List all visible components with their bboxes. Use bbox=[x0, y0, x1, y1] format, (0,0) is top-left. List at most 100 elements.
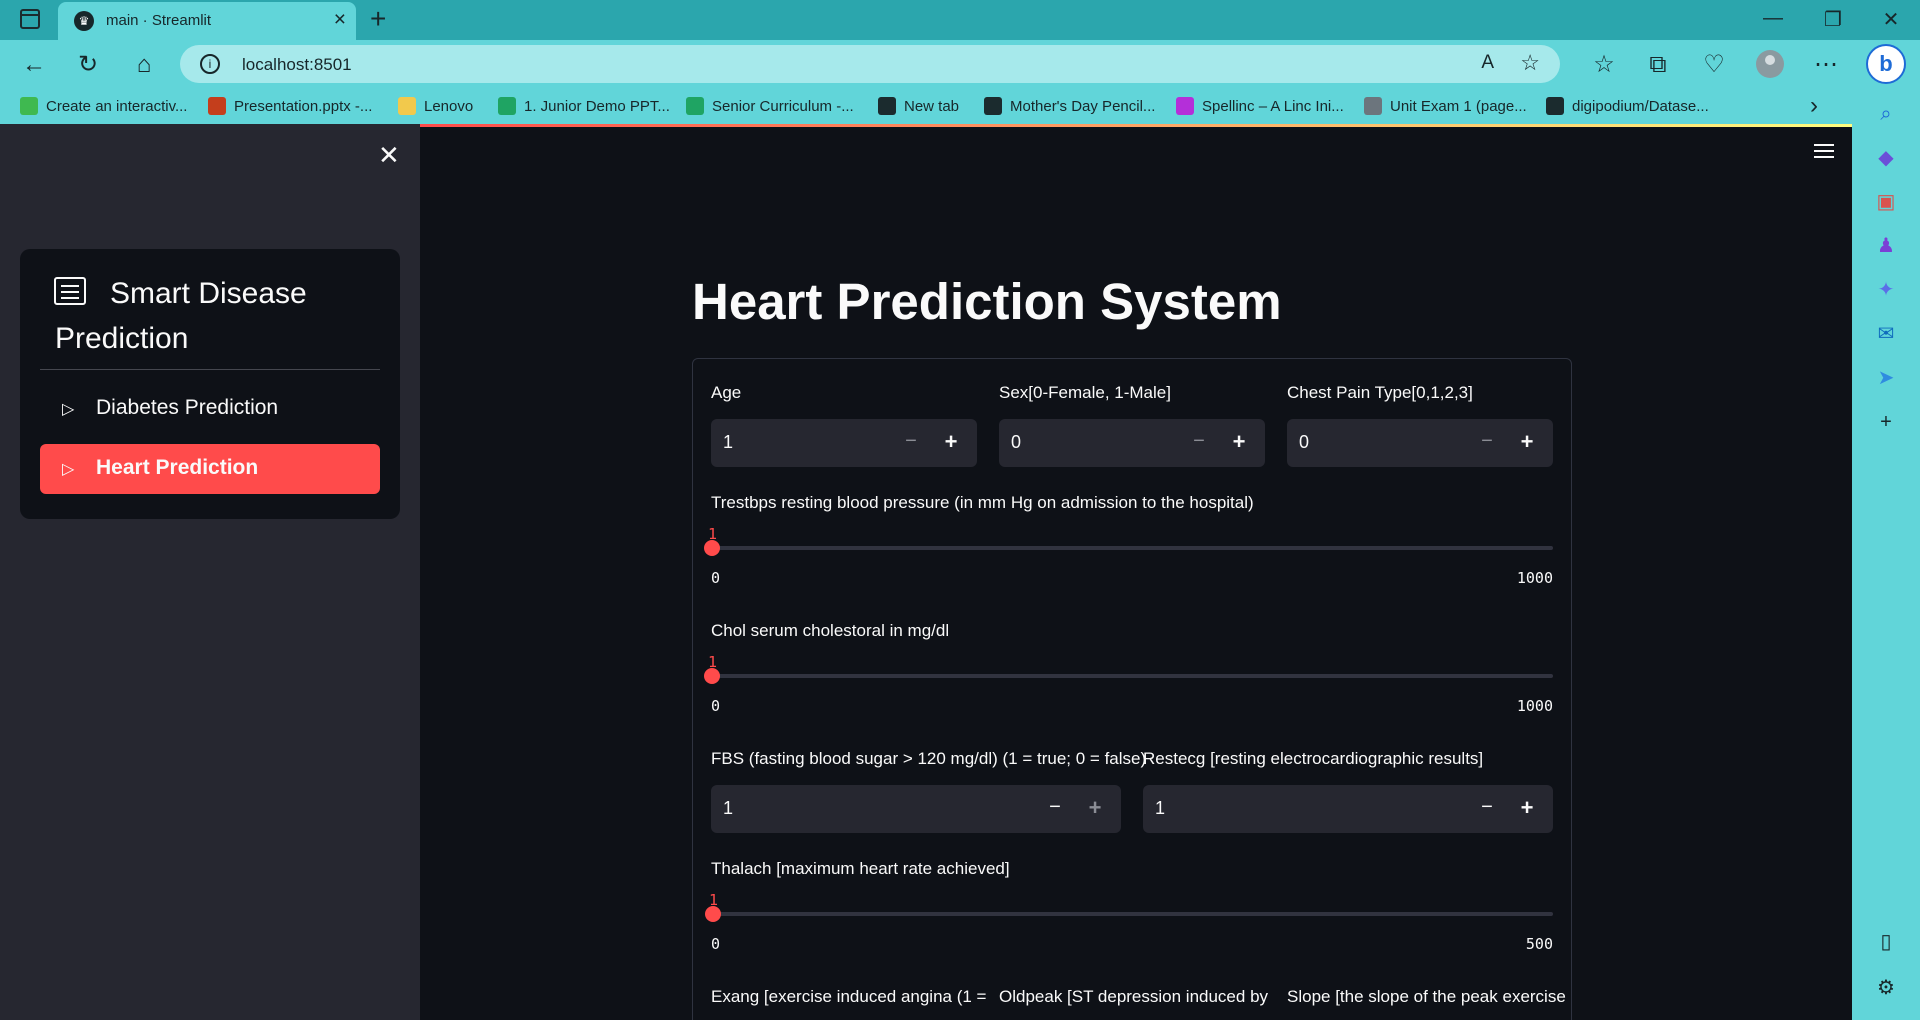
outlook-icon[interactable]: ✉ bbox=[1874, 322, 1898, 346]
sidebar-item-heart-prediction[interactable]: ▷ Heart Prediction bbox=[40, 444, 380, 494]
more-options-icon[interactable]: ⋯ bbox=[1812, 51, 1840, 79]
page-title: Heart Prediction System bbox=[692, 273, 1282, 330]
sex-label: Sex[0-Female, 1-Male] bbox=[999, 383, 1171, 402]
slope-label: Slope [the slope of the peak exercise bbox=[1287, 987, 1566, 1006]
read-aloud-icon[interactable]: A bbox=[1481, 52, 1494, 74]
chest-pain-decrement-button[interactable]: − bbox=[1477, 430, 1497, 453]
add-app-icon[interactable]: + bbox=[1874, 410, 1898, 434]
chest-pain-input[interactable]: 0 − + bbox=[1287, 419, 1553, 467]
main-content: Heart Prediction System Age 1 − + Sex[0-… bbox=[420, 124, 1852, 1020]
copilot-apps-icon[interactable]: ✦ bbox=[1874, 278, 1898, 302]
home-icon[interactable]: ⌂ bbox=[130, 51, 158, 79]
restecg-increment-button[interactable]: + bbox=[1517, 795, 1537, 821]
browser-tab-main[interactable]: ♛ main · Streamlit × bbox=[58, 2, 356, 40]
sex-decrement-button[interactable]: − bbox=[1189, 430, 1209, 453]
fbs-input[interactable]: 1 − + bbox=[711, 785, 1121, 833]
chol-min: 0 bbox=[711, 697, 721, 715]
age-label: Age bbox=[711, 383, 742, 402]
app-sidebar: ✕ Smart Disease Prediction ▷ Diabetes Pr… bbox=[0, 124, 420, 1020]
new-tab-icon[interactable]: + bbox=[370, 3, 386, 35]
hide-sidebar-icon[interactable]: ▯ bbox=[1874, 930, 1898, 954]
browser-essentials-icon[interactable]: ♡ bbox=[1700, 51, 1728, 79]
sidebar-item-diabetes-prediction[interactable]: ▷ Diabetes Prediction bbox=[40, 384, 380, 434]
tab-title: main · Streamlit bbox=[106, 12, 212, 29]
site-info-icon[interactable]: i bbox=[200, 54, 220, 74]
restore-icon[interactable]: ❐ bbox=[1818, 7, 1848, 32]
sex-increment-button[interactable]: + bbox=[1229, 429, 1249, 455]
trestbps-label: Trestbps resting blood pressure (in mm H… bbox=[711, 493, 1254, 512]
folder-icon bbox=[398, 97, 416, 115]
trestbps-min: 0 bbox=[711, 569, 721, 587]
settings-gear-icon[interactable]: ⚙ bbox=[1874, 976, 1898, 1000]
caret-right-icon: ▷ bbox=[62, 401, 75, 418]
chol-slider[interactable]: 1 0 1000 bbox=[704, 653, 1553, 723]
browser-tab-bar: ♛ main · Streamlit × + — ❐ ✕ bbox=[0, 0, 1920, 40]
bookmark-favicon-icon bbox=[20, 97, 38, 115]
restecg-input[interactable]: 1 − + bbox=[1143, 785, 1553, 833]
trestbps-max: 1000 bbox=[1516, 569, 1553, 587]
new-tab-page-icon bbox=[878, 97, 896, 115]
github-icon bbox=[1546, 97, 1564, 115]
profile-avatar[interactable] bbox=[1756, 50, 1784, 78]
fbs-label: FBS (fasting blood sugar > 120 mg/dl) (1… bbox=[711, 749, 1147, 768]
games-icon[interactable]: ♟ bbox=[1874, 234, 1898, 258]
caret-right-icon: ▷ bbox=[62, 461, 75, 478]
close-sidebar-icon[interactable]: ✕ bbox=[378, 140, 400, 171]
tab-actions-icon[interactable] bbox=[20, 9, 40, 29]
oldpeak-label: Oldpeak [ST depression induced by bbox=[999, 987, 1269, 1006]
hamburger-menu-icon[interactable] bbox=[1814, 144, 1834, 158]
close-window-icon[interactable]: ✕ bbox=[1876, 7, 1906, 32]
chol-max: 1000 bbox=[1516, 697, 1553, 715]
menu-title: Smart Disease Prediction bbox=[55, 277, 307, 355]
age-decrement-button[interactable]: − bbox=[901, 430, 921, 453]
chol-label: Chol serum cholestoral in mg/dl bbox=[711, 621, 950, 640]
refresh-icon[interactable]: ↻ bbox=[74, 51, 102, 79]
chevron-right-icon[interactable]: › bbox=[1810, 92, 1818, 120]
document-icon bbox=[984, 97, 1002, 115]
copilot-icon[interactable]: b bbox=[1866, 44, 1906, 84]
sex-input[interactable]: 0 − + bbox=[999, 419, 1265, 467]
age-increment-button[interactable]: + bbox=[941, 429, 961, 455]
exam-page-icon bbox=[1364, 97, 1382, 115]
url-text[interactable]: localhost:8501 bbox=[242, 55, 352, 75]
trestbps-thumb[interactable] bbox=[704, 540, 720, 556]
google-drive-icon bbox=[686, 97, 704, 115]
chol-thumb[interactable] bbox=[704, 668, 720, 684]
restecg-label: Restecg [resting electrocardiographic re… bbox=[1143, 749, 1484, 768]
thalach-slider[interactable]: 1 0 500 bbox=[705, 891, 1553, 961]
edge-side-panel: b ⌕ ◆ ▣ ♟ ✦ ✉ ➤ + ▯ ⚙ bbox=[1852, 40, 1920, 1020]
streamlit-crown-icon: ♛ bbox=[74, 11, 94, 31]
browser-toolbar: ← ↻ ⌂ i localhost:8501 A ☆ ☆ ⧉ ♡ ⋯ bbox=[0, 40, 1920, 88]
option-menu: Smart Disease Prediction ▷ Diabetes Pred… bbox=[20, 249, 400, 519]
trestbps-slider[interactable]: 1 0 1000 bbox=[704, 525, 1553, 595]
send-icon[interactable]: ➤ bbox=[1874, 366, 1898, 390]
age-input[interactable]: 1 − + bbox=[711, 419, 977, 467]
restecg-decrement-button[interactable]: − bbox=[1477, 796, 1497, 819]
thalach-track[interactable] bbox=[711, 912, 1553, 916]
shopping-tag-icon[interactable]: ◆ bbox=[1874, 146, 1898, 170]
search-icon[interactable]: ⌕ bbox=[1874, 102, 1898, 126]
collections-icon[interactable]: ⧉ bbox=[1644, 51, 1672, 79]
back-arrow-icon[interactable]: ← bbox=[20, 51, 48, 79]
fbs-decrement-button[interactable]: − bbox=[1045, 796, 1065, 819]
google-drive-icon bbox=[498, 97, 516, 115]
address-bar[interactable]: i localhost:8501 A ☆ bbox=[180, 45, 1560, 83]
close-tab-icon[interactable]: × bbox=[334, 8, 346, 32]
menu-divider bbox=[40, 369, 380, 370]
minimize-icon[interactable]: — bbox=[1758, 7, 1788, 30]
prediction-form: Age 1 − + Sex[0-Female, 1-Male] 0 − + Ch… bbox=[692, 358, 1572, 1020]
trestbps-track[interactable] bbox=[711, 546, 1553, 550]
chest-pain-increment-button[interactable]: + bbox=[1517, 429, 1537, 455]
tools-icon[interactable]: ▣ bbox=[1874, 190, 1898, 214]
fbs-increment-button[interactable]: + bbox=[1085, 795, 1105, 821]
thalach-thumb[interactable] bbox=[705, 906, 721, 922]
thalach-label: Thalach [maximum heart rate achieved] bbox=[711, 859, 1010, 878]
thalach-min: 0 bbox=[711, 935, 721, 953]
decoration-bar bbox=[420, 124, 1852, 127]
add-favorite-icon[interactable]: ☆ bbox=[1520, 50, 1540, 76]
bookmarks-bar: Create an interactiv... Presentation.ppt… bbox=[0, 88, 1920, 124]
chol-track[interactable] bbox=[711, 674, 1553, 678]
favorites-icon[interactable]: ☆ bbox=[1590, 51, 1618, 79]
spellinc-icon bbox=[1176, 97, 1194, 115]
exang-label: Exang [exercise induced angina (1 = bbox=[711, 987, 987, 1006]
